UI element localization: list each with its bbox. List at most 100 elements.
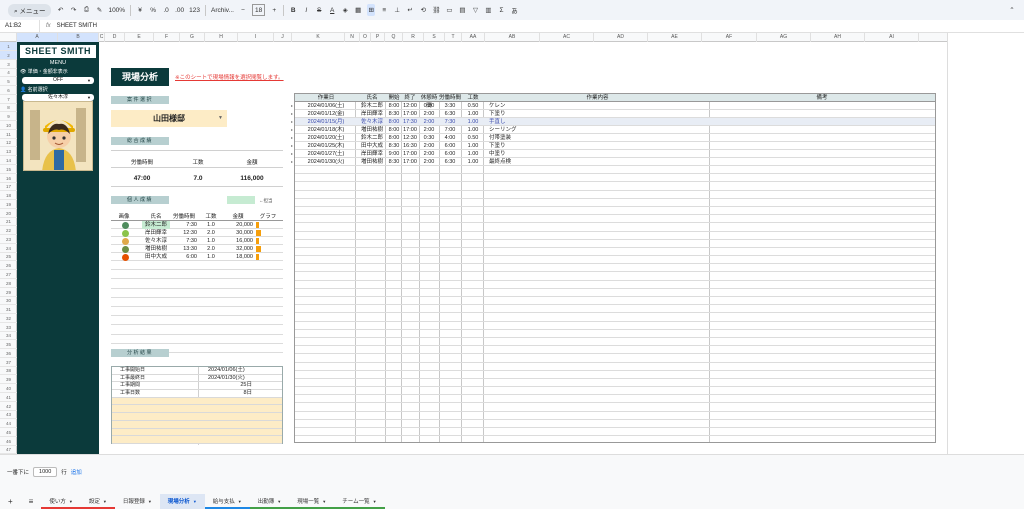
- row-header[interactable]: 32: [0, 314, 17, 323]
- work-row[interactable]: 2024/01/18(木) 増田祐樹 8:00 17:00 2:00 7:00 1.00 シー…: [295, 126, 935, 134]
- row-header[interactable]: 10: [0, 121, 17, 130]
- column-header[interactable]: E: [125, 33, 154, 42]
- row-header[interactable]: 14: [0, 156, 17, 165]
- column-header[interactable]: AE: [648, 33, 702, 42]
- work-empty-row[interactable]: [295, 420, 935, 428]
- column-header[interactable]: D: [105, 33, 125, 42]
- work-empty-row[interactable]: [295, 403, 935, 412]
- work-empty-row[interactable]: [295, 272, 935, 281]
- work-row[interactable]: 2024/01/25(木) 田中大成 8:30 16:30 2:00 6:00 1.00 下塗…: [295, 142, 935, 150]
- column-header[interactable]: AC: [540, 33, 594, 42]
- name-box[interactable]: A1:B2: [0, 20, 40, 32]
- work-empty-row[interactable]: [295, 322, 935, 330]
- comment-icon[interactable]: ▭: [445, 4, 453, 16]
- row-header[interactable]: 5: [0, 77, 17, 87]
- row-header[interactable]: 25: [0, 252, 17, 262]
- work-empty-row[interactable]: [295, 166, 935, 175]
- row-header[interactable]: 3: [0, 60, 17, 69]
- work-empty-row[interactable]: [295, 379, 935, 388]
- print-icon[interactable]: ⎙: [82, 4, 90, 16]
- row-header[interactable]: 36: [0, 349, 17, 358]
- menu-search[interactable]: ⌕ メニュー: [8, 3, 52, 17]
- work-row[interactable]: 2024/01/06(土) 鈴木二郎 8:00 12:00 0:30 3:30 0.50 ケレ…: [295, 102, 935, 110]
- row-header[interactable]: 41: [0, 393, 17, 402]
- work-empty-row[interactable]: [295, 199, 935, 207]
- row-header[interactable]: 23: [0, 235, 17, 244]
- site-select[interactable]: 山田様邸 ▼: [111, 110, 227, 127]
- select-all-corner[interactable]: [0, 33, 17, 42]
- work-empty-row[interactable]: [295, 412, 935, 420]
- row-header[interactable]: 39: [0, 375, 17, 385]
- column-header[interactable]: AA: [462, 33, 485, 42]
- row-header[interactable]: 43: [0, 410, 17, 420]
- merge-cells-icon[interactable]: ⊞: [367, 4, 376, 16]
- row-header[interactable]: 30: [0, 296, 17, 306]
- work-empty-row[interactable]: [295, 313, 935, 322]
- row-header[interactable]: 11: [0, 130, 17, 139]
- work-empty-row[interactable]: [295, 182, 935, 191]
- column-header[interactable]: N: [345, 33, 360, 42]
- input-tools-icon[interactable]: あ: [510, 4, 518, 16]
- font-select[interactable]: Archiv...: [211, 4, 234, 16]
- column-header[interactable]: I: [238, 33, 274, 42]
- font-size-input[interactable]: 18: [251, 4, 266, 16]
- column-header[interactable]: T: [445, 33, 462, 42]
- work-empty-row[interactable]: [295, 428, 935, 437]
- font-size-decrease-icon[interactable]: −: [239, 4, 247, 16]
- chevron-down-icon[interactable]: ▼: [148, 499, 152, 504]
- work-empty-row[interactable]: [295, 371, 935, 379]
- filter-views-icon[interactable]: ▥: [484, 4, 492, 16]
- work-empty-row[interactable]: [295, 191, 935, 199]
- row-header[interactable]: 45: [0, 428, 17, 437]
- column-header[interactable]: AF: [702, 33, 757, 42]
- collapse-toolbar-icon[interactable]: ⌃: [1008, 4, 1016, 16]
- column-header[interactable]: J: [274, 33, 292, 42]
- column-header[interactable]: G: [180, 33, 205, 42]
- chart-icon[interactable]: ▤: [458, 4, 466, 16]
- sheet-tab[interactable]: 設定 ▼: [80, 494, 115, 509]
- row-header[interactable]: 35: [0, 340, 17, 350]
- sheet-tab[interactable]: チーム一覧 ▼: [334, 494, 385, 509]
- row-header[interactable]: 16: [0, 174, 17, 183]
- all-sheets-icon[interactable]: ≡: [21, 494, 42, 509]
- column-header[interactable]: AH: [811, 33, 865, 42]
- row-header[interactable]: 13: [0, 147, 17, 157]
- link-icon[interactable]: ⛓: [432, 4, 440, 16]
- row-header[interactable]: 18: [0, 191, 17, 201]
- chevron-down-icon[interactable]: ▼: [193, 499, 197, 504]
- paint-format-icon[interactable]: ✎: [95, 4, 103, 16]
- work-empty-row[interactable]: [295, 330, 935, 338]
- name-select[interactable]: 佐々木淳 ▼: [22, 94, 94, 101]
- work-empty-row[interactable]: [295, 174, 935, 183]
- italic-icon[interactable]: I: [302, 4, 310, 16]
- sheet-tab[interactable]: 給与支払 ▼: [204, 494, 250, 509]
- work-empty-row[interactable]: [295, 297, 935, 306]
- sheet-tab[interactable]: 出勤簿 ▼: [249, 494, 290, 509]
- chevron-down-icon[interactable]: ▼: [277, 499, 281, 504]
- work-empty-row[interactable]: [295, 240, 935, 248]
- column-header[interactable]: AB: [485, 33, 540, 42]
- formula-input[interactable]: SHEET SMITH: [57, 23, 97, 29]
- price-toggle-select[interactable]: OFF ▼: [22, 77, 94, 84]
- row-header[interactable]: 19: [0, 200, 17, 209]
- row-header[interactable]: 4: [0, 68, 17, 78]
- work-empty-row[interactable]: [295, 207, 935, 216]
- row-header[interactable]: 38: [0, 366, 17, 376]
- format-123-button[interactable]: 123: [189, 4, 200, 16]
- column-header[interactable]: B: [58, 33, 99, 42]
- text-wrap-icon[interactable]: ↵: [406, 4, 414, 16]
- fill-color-icon[interactable]: ◈: [341, 4, 349, 16]
- borders-icon[interactable]: ▦: [354, 4, 362, 16]
- bold-icon[interactable]: B: [289, 4, 297, 16]
- row-header[interactable]: 1: [0, 42, 17, 51]
- column-header[interactable]: R: [403, 33, 424, 42]
- row-header[interactable]: 26: [0, 261, 17, 271]
- chevron-down-icon[interactable]: ▼: [103, 499, 107, 504]
- currency-button[interactable]: ¥: [136, 4, 144, 16]
- column-header[interactable]: H: [205, 33, 238, 42]
- chevron-down-icon[interactable]: ▼: [238, 499, 242, 504]
- row-header[interactable]: 27: [0, 270, 17, 280]
- row-header[interactable]: 46: [0, 437, 17, 446]
- increase-decimal-button[interactable]: .00: [175, 4, 184, 16]
- row-header[interactable]: 29: [0, 288, 17, 297]
